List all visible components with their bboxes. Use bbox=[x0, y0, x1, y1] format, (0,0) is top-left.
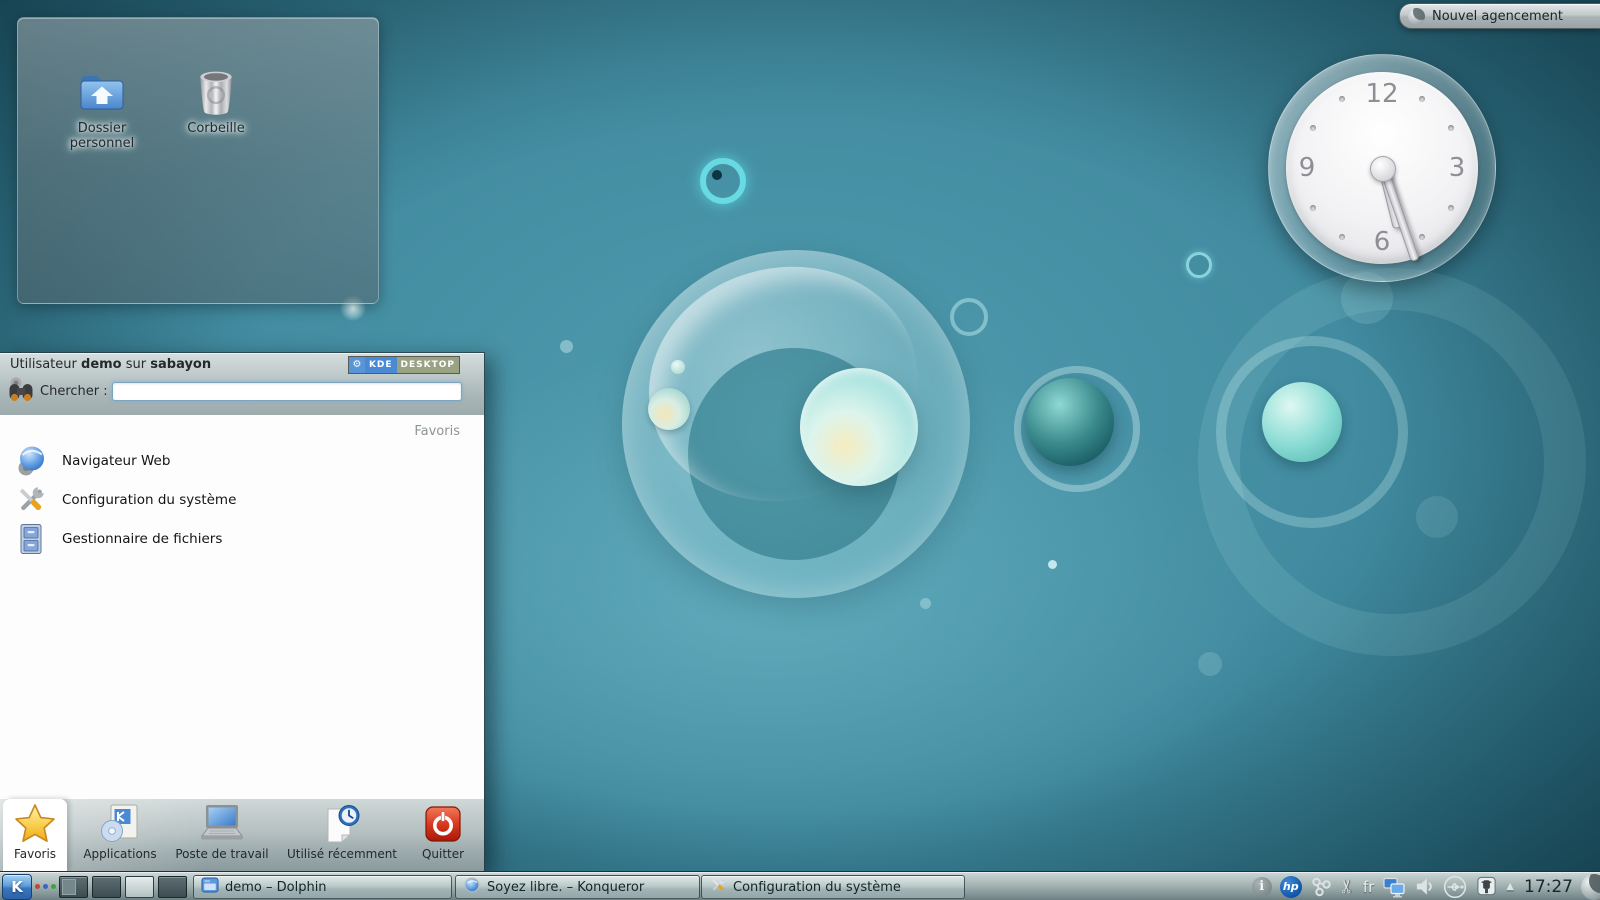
clock-tick bbox=[1419, 96, 1425, 102]
trash-icon bbox=[158, 60, 274, 116]
menu-item-file-manager[interactable]: Gestionnaire de fichiers bbox=[0, 519, 484, 558]
recent-documents-icon bbox=[282, 799, 402, 849]
blue-dot-icon bbox=[43, 884, 48, 889]
file-manager-icon bbox=[13, 522, 49, 556]
star-icon bbox=[3, 799, 67, 849]
cashew-icon bbox=[1408, 8, 1425, 25]
taskbar-panel: K demo – Dolphin bbox=[0, 871, 1600, 900]
clock-numeral-12: 12 bbox=[1365, 79, 1398, 109]
menu-item-label: Navigateur Web bbox=[62, 453, 170, 469]
kickoff-tab-bar: Favoris Applications bbox=[0, 799, 484, 872]
panel-cashew-icon[interactable] bbox=[1581, 874, 1600, 900]
kickoff-user-text: Utilisateur demo sur sabayon bbox=[10, 357, 211, 372]
task-button-system-settings[interactable]: Configuration du système bbox=[701, 875, 965, 899]
menu-item-label: Configuration du système bbox=[62, 492, 236, 508]
task-label: Configuration du système bbox=[733, 880, 901, 895]
clock-tick bbox=[1310, 125, 1316, 131]
pager-desktop-3[interactable] bbox=[125, 876, 154, 898]
menu-item-label: Gestionnaire de fichiers bbox=[62, 531, 222, 547]
scissors-icon[interactable]: ✂ bbox=[1337, 879, 1358, 894]
tab-label: Poste de travail bbox=[170, 847, 274, 861]
expand-tray-icon[interactable]: ▲ bbox=[1506, 881, 1514, 892]
task-button-dolphin[interactable]: demo – Dolphin bbox=[193, 875, 452, 899]
device-notifier-icon[interactable] bbox=[1475, 875, 1498, 898]
clock-numeral-6: 6 bbox=[1374, 227, 1391, 257]
volume-icon[interactable] bbox=[1414, 876, 1435, 897]
dolphin-icon bbox=[201, 876, 219, 898]
clock-numeral-9: 9 bbox=[1299, 153, 1316, 183]
tab-applications[interactable]: Applications bbox=[74, 799, 166, 872]
tab-poste-de-travail[interactable]: Poste de travail bbox=[170, 799, 274, 872]
tab-quitter[interactable]: Quitter bbox=[410, 799, 476, 872]
folder-view-item-home[interactable]: Dossier personnel bbox=[44, 60, 160, 151]
favorites-section-label: Favoris bbox=[414, 424, 460, 439]
pager-desktop-1[interactable] bbox=[59, 876, 88, 898]
system-settings-icon bbox=[13, 483, 49, 517]
applications-icon bbox=[74, 799, 166, 849]
power-icon bbox=[410, 799, 476, 849]
tab-utilise-recemment[interactable]: Utilisé récemment bbox=[282, 799, 402, 872]
pager-window bbox=[62, 879, 76, 895]
tab-label: Utilisé récemment bbox=[282, 847, 402, 861]
tab-label: Applications bbox=[74, 847, 166, 861]
clock-hub bbox=[1370, 156, 1396, 182]
activity-dots[interactable] bbox=[35, 884, 56, 889]
task-label: demo – Dolphin bbox=[225, 880, 327, 895]
usb-icon[interactable] bbox=[1443, 875, 1467, 899]
info-icon[interactable]: i bbox=[1252, 877, 1272, 897]
home-folder-icon bbox=[44, 60, 160, 116]
web-browser-icon bbox=[13, 444, 49, 478]
search-label: Chercher : bbox=[40, 384, 108, 399]
folder-view-widget: Dossier personnel Corbeille bbox=[17, 17, 379, 304]
hp-icon[interactable]: hp bbox=[1280, 876, 1302, 898]
kickoff-content: Favoris Navigateur Web bbox=[0, 415, 484, 799]
clock-tick bbox=[1448, 125, 1454, 131]
green-dot-icon bbox=[51, 884, 56, 889]
kmenu-button[interactable]: K bbox=[2, 874, 32, 900]
search-icon bbox=[5, 375, 37, 411]
system-tray: i hp ✂ fr bbox=[1252, 872, 1600, 900]
menu-item-web-browser[interactable]: Navigateur Web bbox=[0, 441, 484, 480]
folder-view-item-trash[interactable]: Corbeille bbox=[158, 60, 274, 136]
system-settings-icon bbox=[709, 876, 727, 898]
kde-desktop-badge: ⚙ KDE DESKTOP bbox=[348, 356, 460, 374]
desktop: Dossier personnel Corbeille bbox=[0, 0, 1600, 900]
computer-icon bbox=[170, 799, 274, 849]
analog-clock-widget[interactable]: 12 3 6 9 bbox=[1268, 54, 1496, 282]
new-layout-button[interactable]: Nouvel agencement bbox=[1399, 3, 1600, 29]
tab-label: Favoris bbox=[3, 847, 67, 861]
new-layout-label: Nouvel agencement bbox=[1432, 9, 1563, 24]
kickoff-header: Utilisateur demo sur sabayon ⚙ KDE DESKT… bbox=[0, 353, 484, 415]
pager bbox=[59, 876, 187, 898]
tab-favoris[interactable]: Favoris bbox=[3, 799, 67, 872]
kde-gear-icon: ⚙ bbox=[349, 357, 365, 373]
clock-tick bbox=[1339, 234, 1345, 240]
search-input[interactable] bbox=[112, 382, 462, 401]
red-dot-icon bbox=[35, 884, 40, 889]
task-button-konqueror[interactable]: Soyez libre. – Konqueror bbox=[455, 875, 700, 899]
folder-view-item-label: Dossier personnel bbox=[44, 121, 160, 151]
clock-tick bbox=[1339, 96, 1345, 102]
clock-tick bbox=[1310, 205, 1316, 211]
clock-tick bbox=[1419, 234, 1425, 240]
keyboard-layout-indicator[interactable]: fr bbox=[1363, 878, 1374, 896]
clock-tick bbox=[1448, 205, 1454, 211]
konqueror-icon bbox=[463, 876, 481, 898]
pager-desktop-4[interactable] bbox=[158, 876, 187, 898]
kde-logo-icon: K bbox=[11, 878, 23, 896]
pager-desktop-2[interactable] bbox=[92, 876, 121, 898]
molecule-icon[interactable] bbox=[1310, 876, 1332, 898]
task-label: Soyez libre. – Konqueror bbox=[487, 880, 644, 895]
folder-view-item-label: Corbeille bbox=[158, 121, 274, 136]
panel-clock[interactable]: 17:27 bbox=[1524, 877, 1573, 897]
clock-numeral-3: 3 bbox=[1449, 153, 1466, 183]
kickoff-menu: Utilisateur demo sur sabayon ⚙ KDE DESKT… bbox=[0, 352, 485, 872]
tab-label: Quitter bbox=[410, 847, 476, 861]
network-icon[interactable] bbox=[1382, 875, 1406, 899]
menu-item-system-settings[interactable]: Configuration du système bbox=[0, 480, 484, 519]
